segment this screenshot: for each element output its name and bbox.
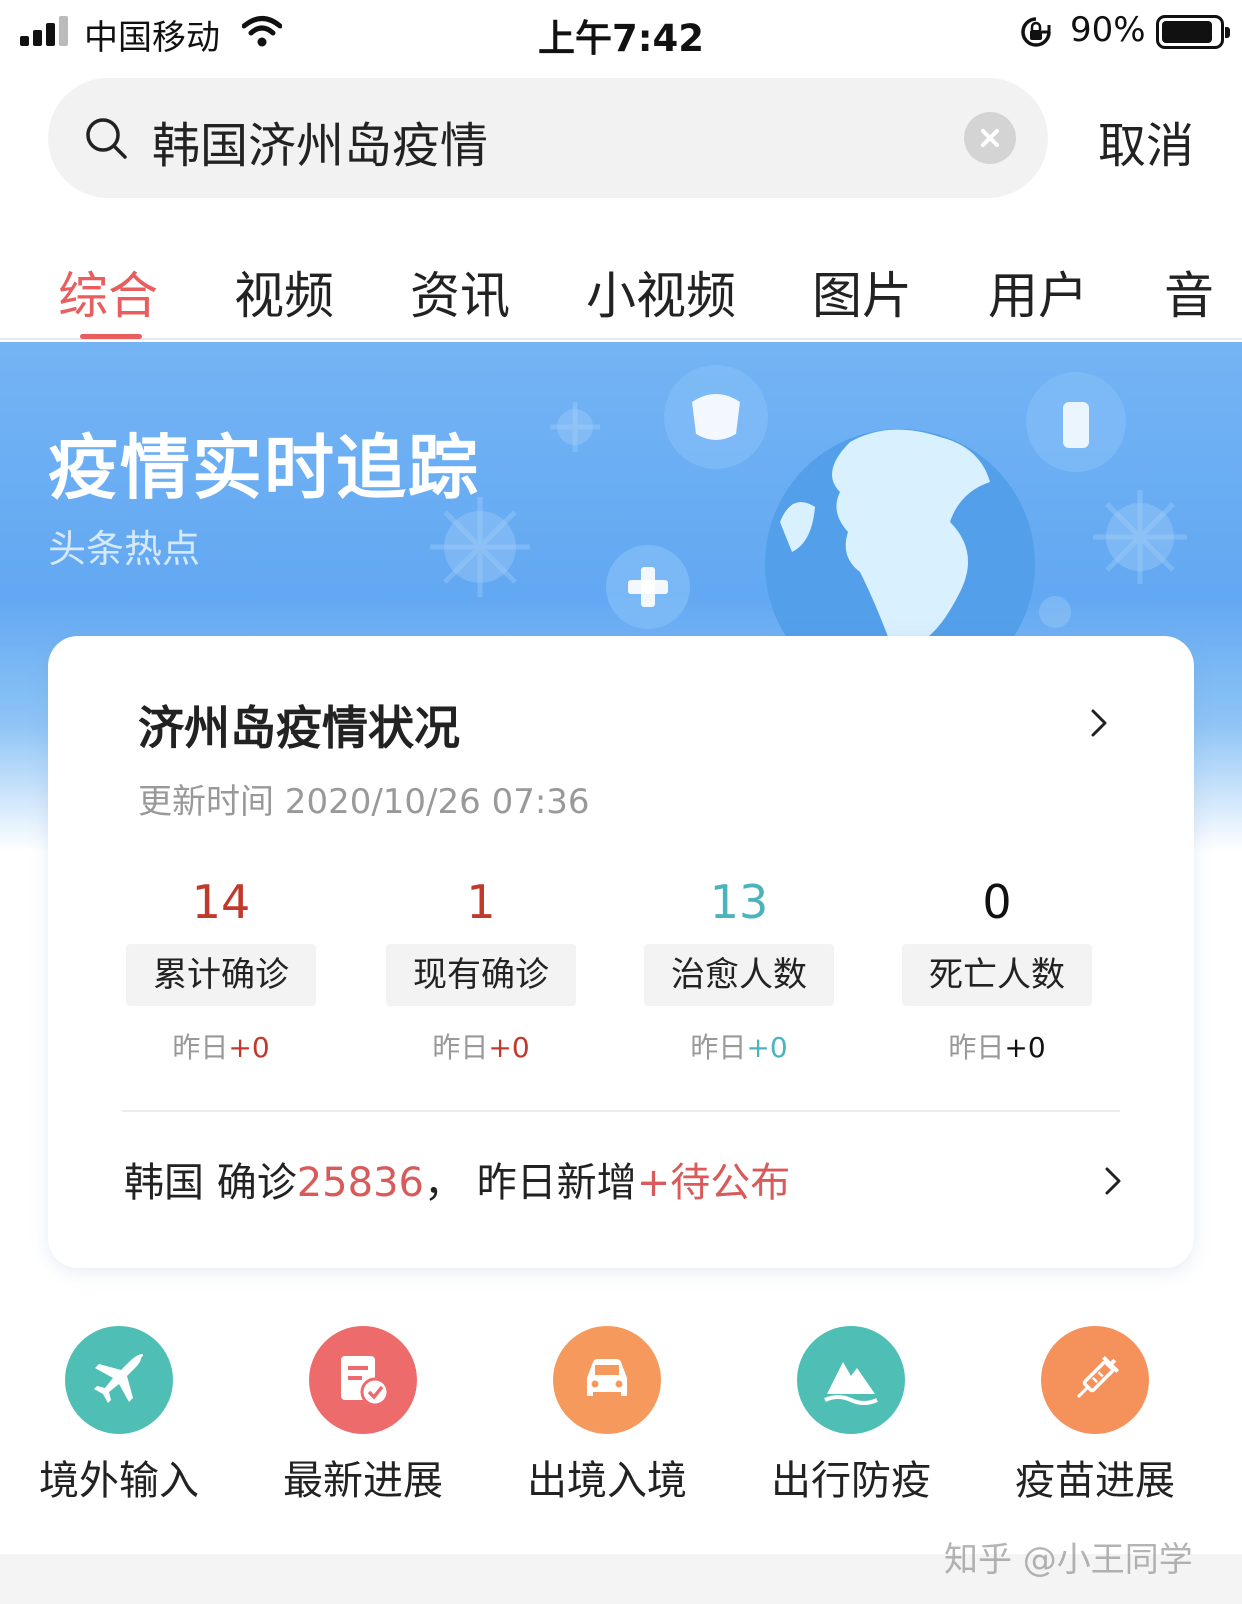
tab-short-video[interactable]: 小视频 (586, 256, 736, 328)
battery-icon (1156, 15, 1230, 49)
banner-title: 疫情实时追踪 (48, 427, 480, 509)
stat-current-confirmed: 1 现有确诊 昨日+0 (386, 872, 576, 1066)
stat-deaths: 0 死亡人数 昨日+0 (902, 872, 1092, 1066)
stat-recovered: 13 治愈人数 昨日+0 (644, 872, 834, 1066)
stat-label: 治愈人数 (644, 944, 834, 1006)
banner-subtitle: 头条热点 (48, 527, 201, 571)
chevron-right-icon[interactable] (1084, 708, 1114, 738)
watermark: 知乎 @小王同学 (944, 1540, 1193, 1580)
battery-percent: 90% (1070, 10, 1146, 50)
tab-users[interactable]: 用户 (988, 256, 1088, 328)
stat-delta: 昨日+0 (948, 1031, 1046, 1064)
syringe-icon (1041, 1326, 1149, 1434)
tab-music[interactable]: 音 (1164, 256, 1214, 328)
stat-label: 死亡人数 (902, 944, 1092, 1006)
stat-value: 1 (466, 875, 496, 929)
status-bar: 中国移动 上午7:42 90% (0, 0, 1242, 66)
mountain-icon (797, 1326, 905, 1434)
airplane-icon (65, 1326, 173, 1434)
tab-video[interactable]: 视频 (234, 256, 334, 328)
clock: 上午7:42 (537, 17, 705, 60)
tab-images[interactable]: 图片 (812, 256, 912, 328)
shortcut-imported-cases[interactable]: 境外输入 (14, 1326, 224, 1506)
stat-value: 0 (982, 875, 1012, 929)
stat-delta: 昨日+0 (172, 1031, 270, 1064)
search-icon (86, 118, 127, 159)
battery-fill (1162, 21, 1212, 43)
tab-comprehensive[interactable]: 综合 (58, 256, 158, 328)
category-tabs: 综合 视频 资讯 小视频 图片 用户 音 (0, 236, 1242, 340)
korea-summary-link[interactable]: 韩国 确诊25836， 昨日新增+待公布 (124, 1150, 790, 1208)
jeju-status-card[interactable]: 济州岛疫情状况 更新时间 2020/10/26 07:36 14 累计确诊 昨日… (48, 636, 1194, 1268)
rotation-lock-icon (1021, 17, 1051, 47)
globe-illustration (430, 365, 1187, 642)
update-time: 更新时间 2020/10/26 07:36 (138, 782, 590, 822)
search-bar[interactable]: 韩国济州岛疫情 (48, 78, 1048, 198)
shortcut-entry-exit[interactable]: 出境入境 (502, 1326, 712, 1506)
shortcut-latest-progress[interactable]: 最新进展 (258, 1326, 468, 1506)
stat-label: 现有确诊 (386, 944, 576, 1006)
search-input[interactable]: 韩国济州岛疫情 (152, 106, 488, 176)
divider (122, 1110, 1120, 1112)
stat-delta: 昨日+0 (432, 1031, 530, 1064)
cancel-button[interactable]: 取消 (1098, 106, 1194, 176)
car-icon (553, 1326, 661, 1434)
stat-label: 累计确诊 (126, 944, 316, 1006)
shortcut-travel-prevention[interactable]: 出行防疫 (746, 1326, 956, 1506)
active-tab-indicator (80, 334, 142, 339)
card-title: 济州岛疫情状况 (138, 701, 460, 755)
stat-value: 14 (191, 875, 251, 929)
tab-news[interactable]: 资讯 (410, 256, 510, 328)
stat-value: 13 (709, 875, 769, 929)
chevron-right-icon[interactable] (1098, 1166, 1128, 1196)
clear-icon[interactable] (964, 112, 1016, 164)
shortcut-vaccine-progress[interactable]: 疫苗进展 (990, 1326, 1200, 1506)
stat-total-confirmed: 14 累计确诊 昨日+0 (126, 872, 316, 1066)
document-check-icon (309, 1326, 417, 1434)
stat-delta: 昨日+0 (690, 1031, 788, 1064)
